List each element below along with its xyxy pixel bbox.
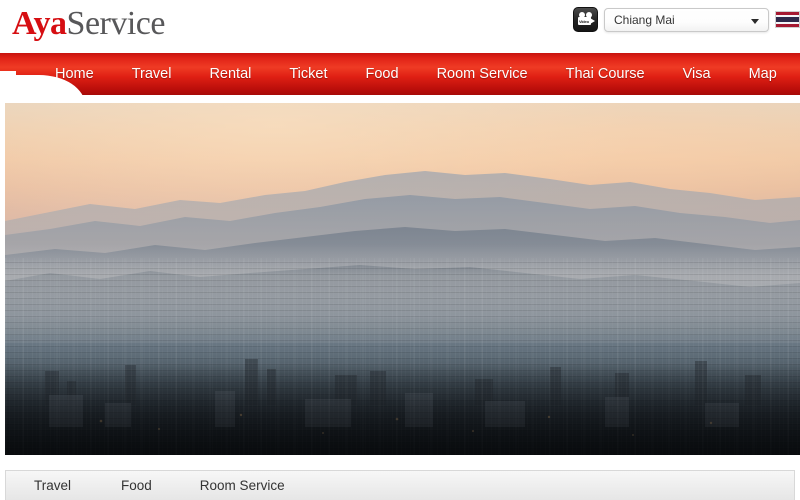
nav-item-ticket[interactable]: Ticket xyxy=(270,53,346,95)
logo-text-secondary: Service xyxy=(67,5,165,42)
location-select[interactable]: Chiang Mai xyxy=(604,8,769,32)
secondary-link-travel[interactable]: Travel xyxy=(34,471,71,500)
secondary-link-room-service[interactable]: Room Service xyxy=(200,471,285,500)
header-controls: Video Chiang Mai xyxy=(573,7,800,32)
logo-text-primary: Aya xyxy=(12,5,67,42)
nav-item-travel[interactable]: Travel xyxy=(113,53,191,95)
page-root: AyaService Video Chiang Mai xyxy=(0,0,800,500)
hero-image xyxy=(5,103,800,455)
location-select-value: Chiang Mai xyxy=(614,9,675,31)
nav-corner-notch-fill xyxy=(0,71,16,95)
secondary-links-list: Travel Food Room Service xyxy=(6,471,285,500)
main-navigation: Home Travel Rental Ticket Food Room Serv… xyxy=(0,53,800,95)
nav-item-thai-course[interactable]: Thai Course xyxy=(547,53,664,95)
video-camera-icon: Video xyxy=(577,12,596,29)
site-header: AyaService Video Chiang Mai xyxy=(0,0,800,53)
hero-mountain-layers xyxy=(5,103,800,455)
video-button-label: Video xyxy=(579,19,589,24)
nav-item-visa[interactable]: Visa xyxy=(664,53,730,95)
nav-item-list: Home Travel Rental Ticket Food Room Serv… xyxy=(0,53,800,95)
hero-banner xyxy=(5,103,800,455)
site-logo[interactable]: AyaService xyxy=(12,2,165,46)
nav-item-map[interactable]: Map xyxy=(730,53,796,95)
thai-flag-icon xyxy=(775,11,800,28)
nav-item-rental[interactable]: Rental xyxy=(190,53,270,95)
secondary-links-bar: Travel Food Room Service xyxy=(5,470,795,500)
nav-item-room-service[interactable]: Room Service xyxy=(418,53,547,95)
nav-item-contact-us[interactable]: Contact us xyxy=(796,53,800,95)
video-button[interactable]: Video xyxy=(573,7,598,32)
nav-item-food[interactable]: Food xyxy=(347,53,418,95)
secondary-link-food[interactable]: Food xyxy=(121,471,152,500)
chevron-down-icon xyxy=(751,19,759,24)
